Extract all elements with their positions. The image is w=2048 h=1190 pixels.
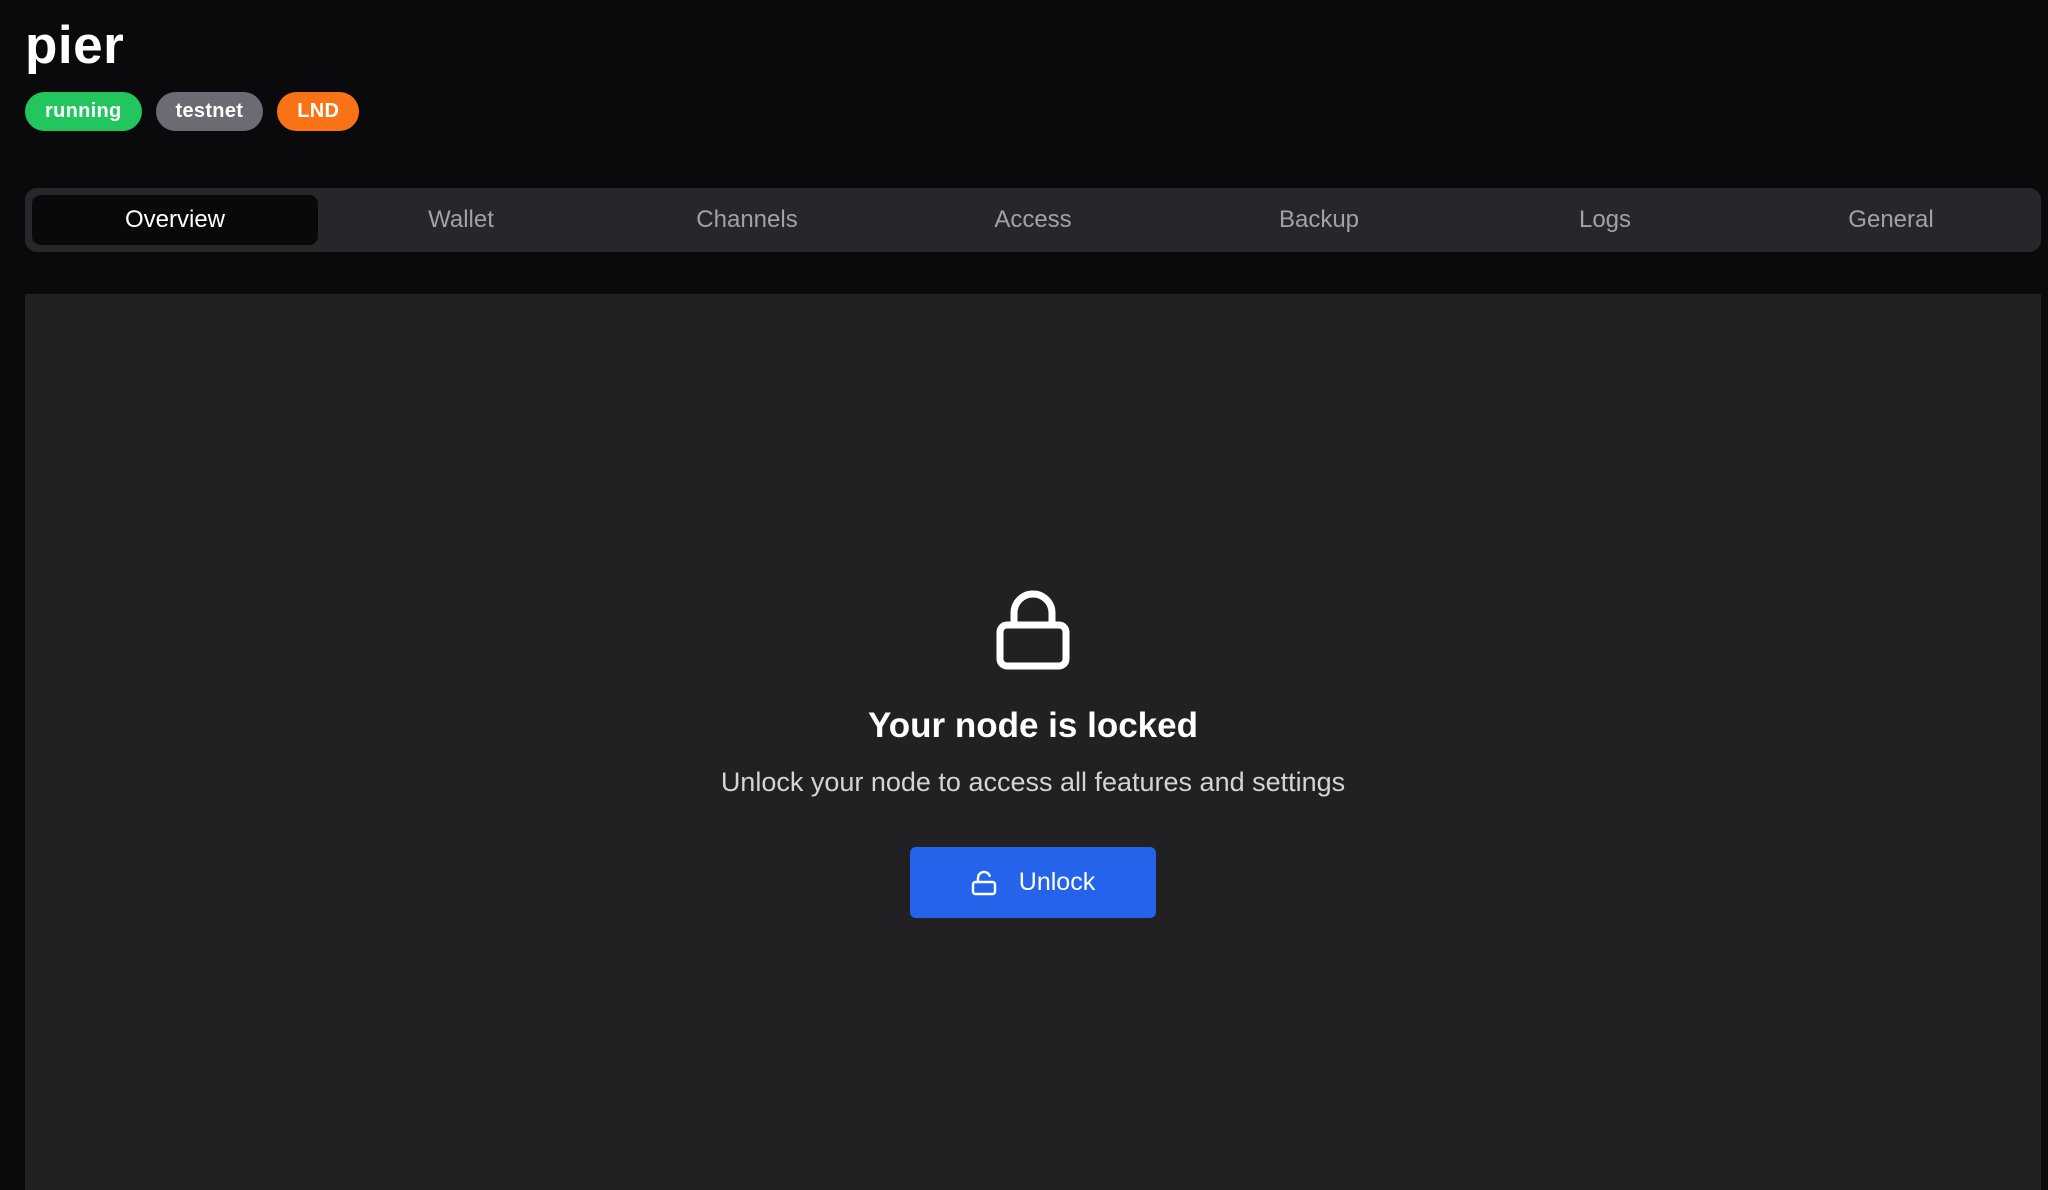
tab-overview[interactable]: Overview xyxy=(32,195,318,245)
unlock-icon xyxy=(971,870,996,895)
implementation-badge: LND xyxy=(277,92,360,131)
status-badge: running xyxy=(25,92,142,131)
network-badge: testnet xyxy=(155,92,264,131)
lock-icon xyxy=(996,590,1070,670)
tab-access[interactable]: Access xyxy=(890,195,1176,245)
tab-wallet[interactable]: Wallet xyxy=(318,195,604,245)
locked-title: Your node is locked xyxy=(868,706,1198,745)
tab-logs[interactable]: Logs xyxy=(1462,195,1748,245)
tab-channels[interactable]: Channels xyxy=(604,195,890,245)
unlock-button-label: Unlock xyxy=(1018,868,1096,896)
locked-subtitle: Unlock your node to access all features … xyxy=(720,767,1346,797)
tab-general[interactable]: General xyxy=(1748,195,2034,245)
status-badges: running testnet LND xyxy=(25,92,360,131)
tab-bar: Overview Wallet Channels Access Backup L… xyxy=(25,188,2041,252)
tab-backup[interactable]: Backup xyxy=(1176,195,1462,245)
overview-panel: Your node is locked Unlock your node to … xyxy=(25,294,2041,1190)
locked-state: Your node is locked Unlock your node to … xyxy=(25,589,2041,918)
unlock-button[interactable]: Unlock xyxy=(910,847,1156,918)
page-title: pier xyxy=(25,16,125,75)
